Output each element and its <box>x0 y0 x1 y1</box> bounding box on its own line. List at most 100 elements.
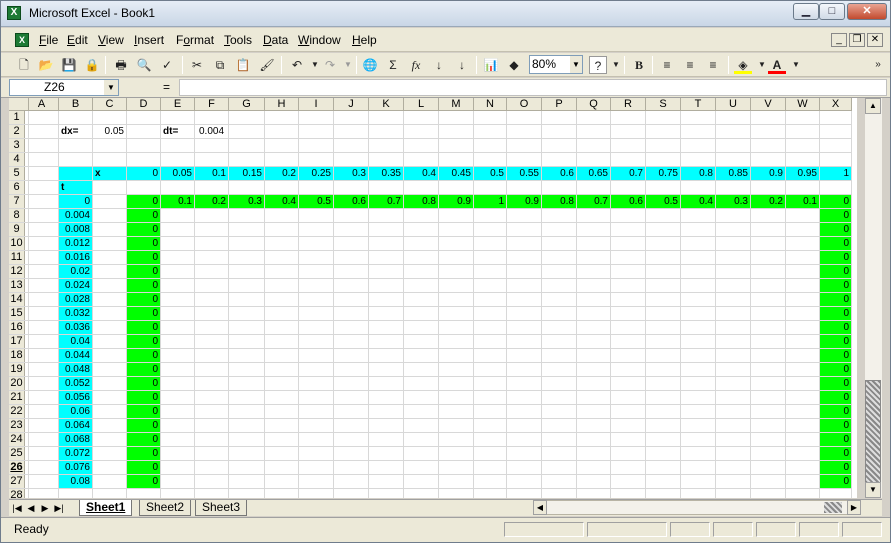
cell-r11[interactable] <box>611 251 646 265</box>
cell-m23[interactable] <box>439 419 474 433</box>
cell-o7[interactable]: 0.9 <box>507 195 542 209</box>
cell-e22[interactable] <box>161 405 195 419</box>
cell-k3[interactable] <box>369 139 404 153</box>
menu-tools[interactable]: Tools <box>224 33 252 47</box>
cell-v13[interactable] <box>751 279 786 293</box>
cell-u26[interactable] <box>716 461 751 475</box>
cell-j7[interactable]: 0.6 <box>334 195 369 209</box>
cell-w12[interactable] <box>786 265 820 279</box>
cell-a4[interactable] <box>25 153 59 167</box>
cell-a24[interactable] <box>25 433 59 447</box>
cell-y3[interactable] <box>9 139 29 153</box>
cell-o3[interactable] <box>507 139 542 153</box>
cell-t9[interactable] <box>681 223 716 237</box>
cell-q7[interactable]: 0.7 <box>577 195 611 209</box>
column-header-q[interactable]: Q <box>577 98 611 111</box>
cell-j20[interactable] <box>334 377 369 391</box>
cell-i18[interactable] <box>299 349 334 363</box>
cell-r20[interactable] <box>611 377 646 391</box>
cell-r23[interactable] <box>611 419 646 433</box>
cell-r4[interactable] <box>611 153 646 167</box>
cell-v7[interactable]: 0.2 <box>751 195 786 209</box>
formula-equals-icon[interactable]: = <box>163 80 170 94</box>
cell-f22[interactable] <box>195 405 229 419</box>
cell-u9[interactable] <box>716 223 751 237</box>
cell-q2[interactable] <box>577 125 611 139</box>
last-sheet-icon[interactable]: ▶| <box>53 501 65 515</box>
cell-i25[interactable] <box>299 447 334 461</box>
cell-r13[interactable] <box>611 279 646 293</box>
cell-w27[interactable] <box>786 475 820 489</box>
cell-y20[interactable] <box>9 377 29 391</box>
cell-h13[interactable] <box>265 279 299 293</box>
drawing-icon[interactable]: ◆ <box>505 56 523 74</box>
cell-e10[interactable] <box>161 237 195 251</box>
cell-u23[interactable] <box>716 419 751 433</box>
cell-v20[interactable] <box>751 377 786 391</box>
cell-f5[interactable]: 0.1 <box>195 167 229 181</box>
copy-icon[interactable]: ⧉ <box>211 56 229 74</box>
cell-c1[interactable] <box>93 111 127 125</box>
cell-m16[interactable] <box>439 321 474 335</box>
cell-w17[interactable] <box>786 335 820 349</box>
cell-d4[interactable] <box>127 153 161 167</box>
align-right-icon[interactable]: ≡ <box>704 56 722 74</box>
cell-p11[interactable] <box>542 251 577 265</box>
cell-n12[interactable] <box>474 265 507 279</box>
cell-h24[interactable] <box>265 433 299 447</box>
cell-w15[interactable] <box>786 307 820 321</box>
cell-n18[interactable] <box>474 349 507 363</box>
cell-g15[interactable] <box>229 307 265 321</box>
cell-k10[interactable] <box>369 237 404 251</box>
scroll-up-icon[interactable]: ▲ <box>865 98 881 114</box>
cell-n25[interactable] <box>474 447 507 461</box>
cell-c5[interactable]: x <box>93 167 127 181</box>
cell-a10[interactable] <box>25 237 59 251</box>
cell-f7[interactable]: 0.2 <box>195 195 229 209</box>
cell-w7[interactable]: 0.1 <box>786 195 820 209</box>
cell-j13[interactable] <box>334 279 369 293</box>
cell-g7[interactable]: 0.3 <box>229 195 265 209</box>
cell-s7[interactable]: 0.5 <box>646 195 681 209</box>
cell-j18[interactable] <box>334 349 369 363</box>
cell-b19[interactable]: 0.048 <box>59 363 93 377</box>
cell-d15[interactable]: 0 <box>127 307 161 321</box>
cell-t2[interactable] <box>681 125 716 139</box>
cell-e6[interactable] <box>161 181 195 195</box>
cell-w16[interactable] <box>786 321 820 335</box>
cell-q25[interactable] <box>577 447 611 461</box>
cell-i7[interactable]: 0.5 <box>299 195 334 209</box>
cell-t16[interactable] <box>681 321 716 335</box>
workbook-close-button[interactable]: ✕ <box>867 33 883 47</box>
cell-o10[interactable] <box>507 237 542 251</box>
cell-a18[interactable] <box>25 349 59 363</box>
cell-j25[interactable] <box>334 447 369 461</box>
cell-x21[interactable]: 0 <box>820 391 852 405</box>
cell-g17[interactable] <box>229 335 265 349</box>
cell-i21[interactable] <box>299 391 334 405</box>
cell-p21[interactable] <box>542 391 577 405</box>
menu-help[interactable]: Help <box>352 33 377 47</box>
cell-w1[interactable] <box>786 111 820 125</box>
cell-a15[interactable] <box>25 307 59 321</box>
cell-v15[interactable] <box>751 307 786 321</box>
scroll-down-icon[interactable]: ▼ <box>865 482 881 498</box>
cell-k21[interactable] <box>369 391 404 405</box>
cell-c23[interactable] <box>93 419 127 433</box>
cell-t8[interactable] <box>681 209 716 223</box>
cell-i24[interactable] <box>299 433 334 447</box>
cell-n10[interactable] <box>474 237 507 251</box>
cell-d22[interactable]: 0 <box>127 405 161 419</box>
cell-b27[interactable]: 0.08 <box>59 475 93 489</box>
cell-v6[interactable] <box>751 181 786 195</box>
scroll-left-icon[interactable]: ◀ <box>533 500 547 515</box>
cell-g28[interactable] <box>229 489 265 498</box>
cell-c6[interactable] <box>93 181 127 195</box>
cell-d14[interactable]: 0 <box>127 293 161 307</box>
cell-s24[interactable] <box>646 433 681 447</box>
cell-j28[interactable] <box>334 489 369 498</box>
cell-v8[interactable] <box>751 209 786 223</box>
cell-t7[interactable]: 0.4 <box>681 195 716 209</box>
cell-a22[interactable] <box>25 405 59 419</box>
cell-d26[interactable]: 0 <box>127 461 161 475</box>
